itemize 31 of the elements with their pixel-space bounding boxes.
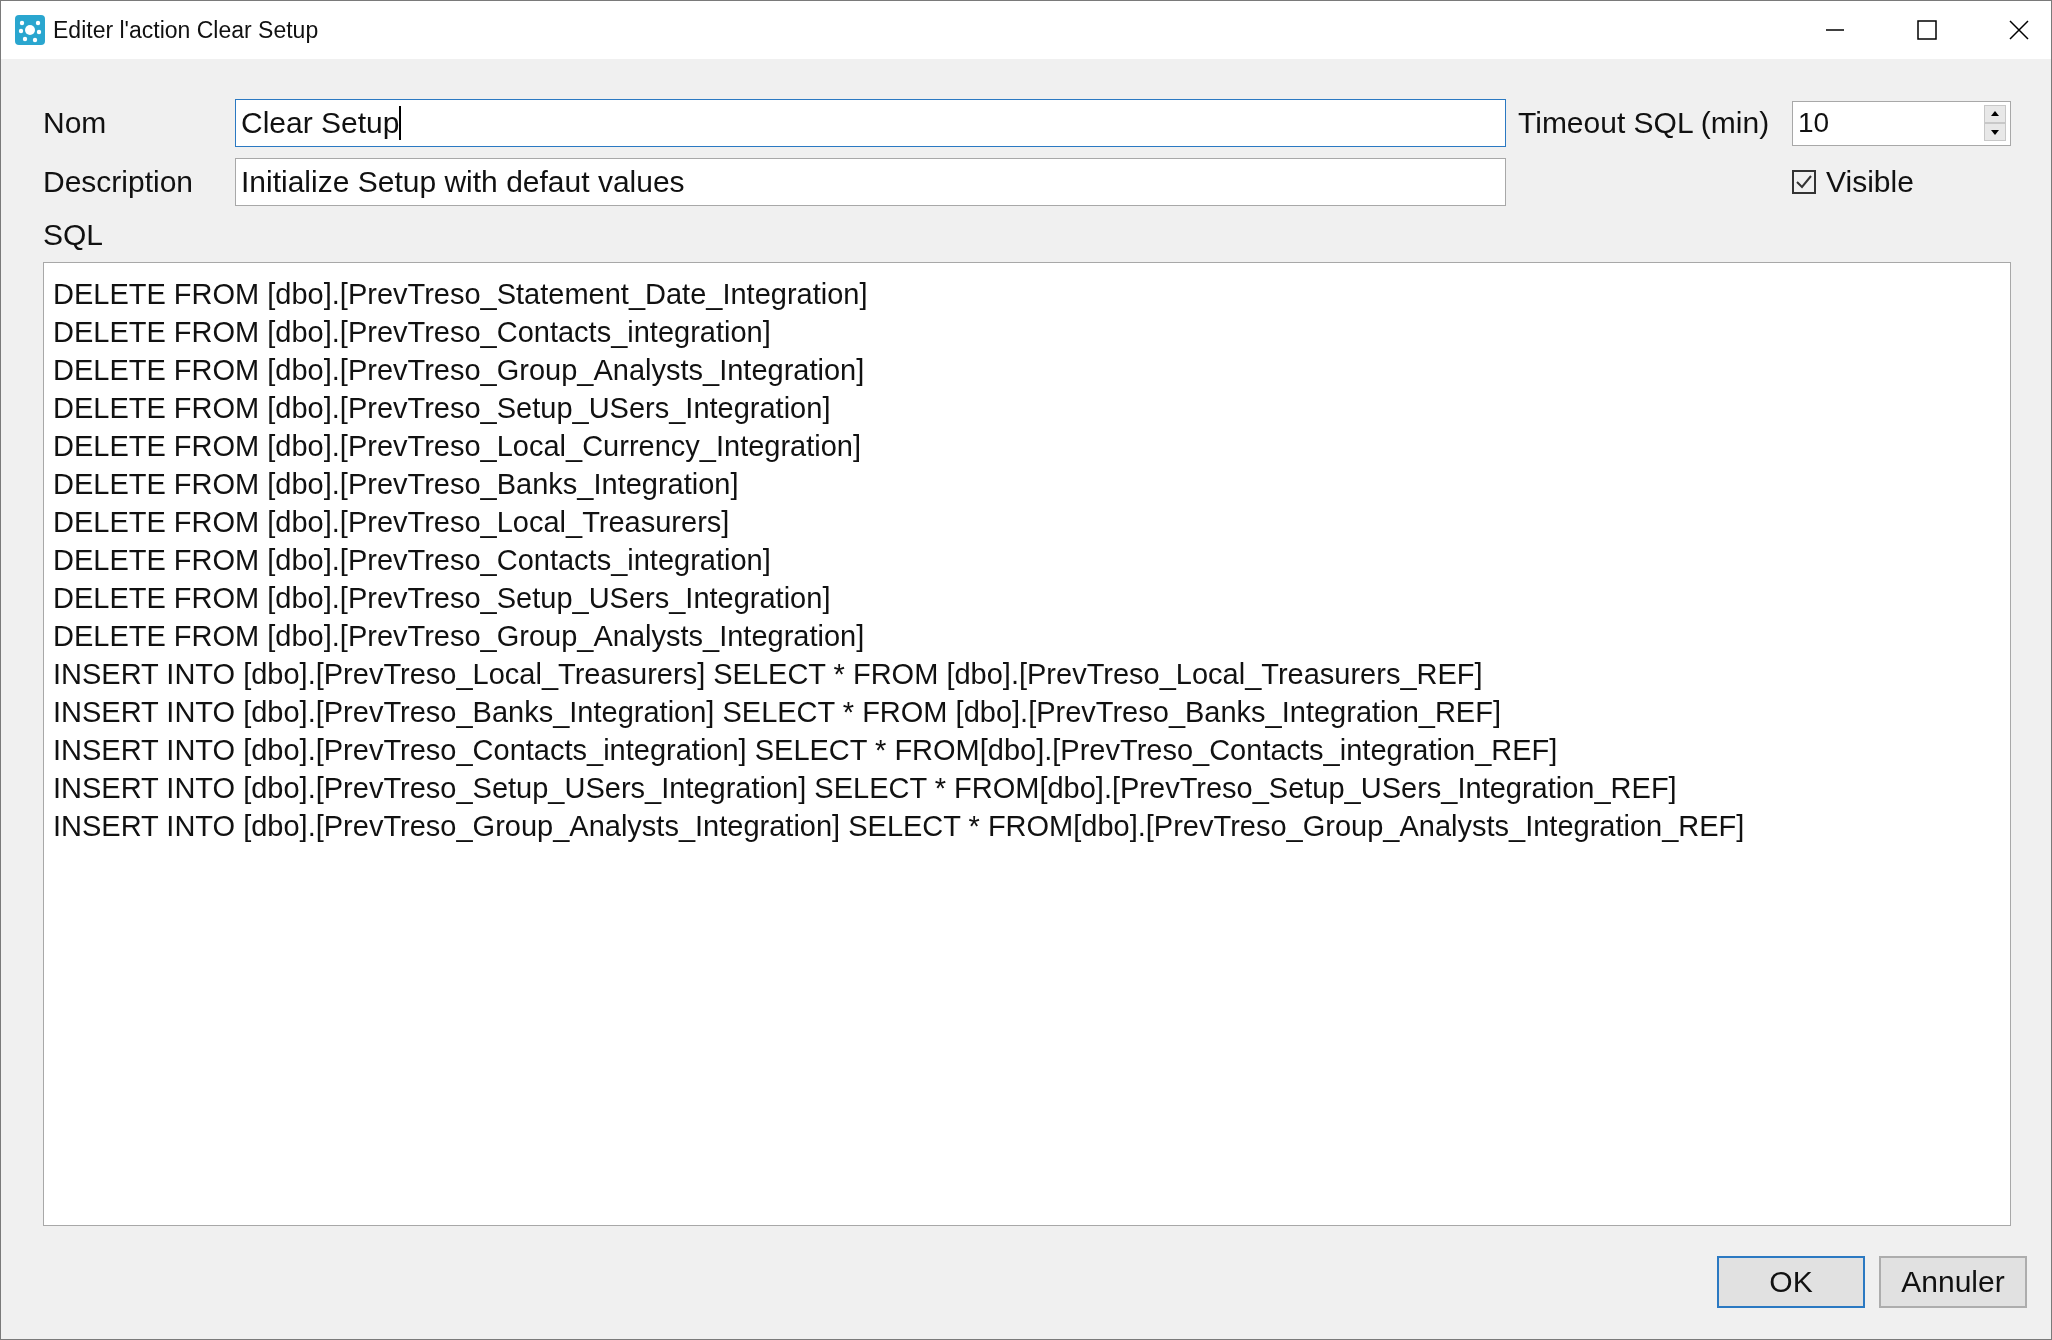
code-line: DELETE FROM [dbo].[PrevTreso_Local_Currency_Integration] bbox=[53, 429, 863, 464]
code-line: INSERT INTO [dbo].[PrevTreso_Local_Treasurers] SELECT * FROM [dbo].[PrevTreso_Local_Treasurers_REF] bbox=[53, 657, 1484, 692]
window-title: Editer l'action Clear Setup bbox=[53, 16, 319, 44]
code-line: DELETE FROM [dbo].[PrevTreso_Setup_USers_Integration] bbox=[53, 581, 832, 616]
description-field[interactable]: Initialize Setup with defaut values bbox=[235, 158, 1506, 206]
code-line: DELETE FROM [dbo].[PrevTreso_Banks_Integration] bbox=[53, 467, 740, 502]
code-line: DELETE FROM [dbo].[PrevTreso_Contacts_integration] bbox=[53, 543, 772, 578]
close-icon[interactable] bbox=[2009, 20, 2029, 40]
ok-button[interactable]: OK bbox=[1717, 1256, 1865, 1308]
checkbox-label: Visible bbox=[1826, 165, 1914, 199]
sql-editor[interactable] bbox=[43, 262, 2011, 1226]
field-label: Nom bbox=[43, 106, 108, 140]
field-label: Timeout SQL (min) bbox=[1518, 106, 1771, 140]
app-icon bbox=[15, 15, 45, 45]
code-line: DELETE FROM [dbo].[PrevTreso_Statement_Date_Integration] bbox=[53, 277, 869, 312]
name-field[interactable]: Clear Setup bbox=[235, 99, 1506, 147]
field-label: SQL bbox=[43, 218, 105, 252]
code-line: INSERT INTO [dbo].[PrevTreso_Contacts_integration] SELECT * FROM[dbo].[PrevTreso_Contacts_integration_REF] bbox=[53, 733, 1559, 768]
code-line: INSERT INTO [dbo].[PrevTreso_Group_Analysts_Integration] SELECT * FROM[dbo].[PrevTreso_Group_Analysts_Integration_REF] bbox=[53, 809, 1746, 844]
code-line: DELETE FROM [dbo].[PrevTreso_Group_Analysts_Integration] bbox=[53, 619, 866, 654]
cancel-button[interactable]: Annuler bbox=[1879, 1256, 2027, 1308]
code-line: DELETE FROM [dbo].[PrevTreso_Contacts_integration] bbox=[53, 315, 772, 350]
code-line: DELETE FROM [dbo].[PrevTreso_Local_Treasurers] bbox=[53, 505, 731, 540]
field-label: Description bbox=[43, 165, 195, 199]
checkbox[interactable] bbox=[1792, 170, 1816, 194]
timeout-spinbox[interactable]: 10 bbox=[1792, 100, 2011, 146]
code-line: DELETE FROM [dbo].[PrevTreso_Setup_USers_Integration] bbox=[53, 391, 832, 426]
code-line: INSERT INTO [dbo].[PrevTreso_Setup_USers_Integration] SELECT * FROM[dbo].[PrevTreso_Setup_USers_Integration_REF] bbox=[53, 771, 1678, 806]
code-line: DELETE FROM [dbo].[PrevTreso_Group_Analysts_Integration] bbox=[53, 353, 866, 388]
maximize-icon[interactable] bbox=[1917, 20, 1937, 40]
code-line: INSERT INTO [dbo].[PrevTreso_Banks_Integration] SELECT * FROM [dbo].[PrevTreso_Banks_Integration_REF] bbox=[53, 695, 1502, 730]
